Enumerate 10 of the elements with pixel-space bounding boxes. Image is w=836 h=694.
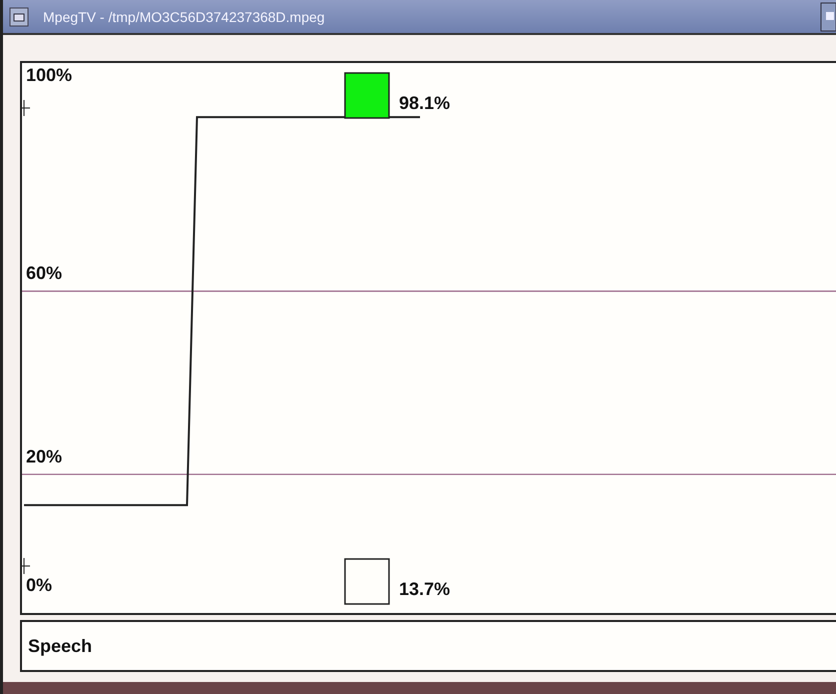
scale-label: 0% [26, 575, 52, 595]
window-title: MpegTV - /tmp/MO3C56D374237368D.mpeg [43, 8, 326, 24]
scale-label: 100% [26, 65, 72, 85]
scale-label: 60% [26, 263, 62, 284]
maximize-icon[interactable] [820, 2, 836, 32]
window-menu-icon[interactable] [9, 6, 29, 26]
mode-label: Speech [28, 636, 92, 656]
value-label: 98.1% [399, 93, 450, 113]
scale-label: 20% [26, 446, 62, 466]
value-label: 13.7% [399, 579, 450, 599]
